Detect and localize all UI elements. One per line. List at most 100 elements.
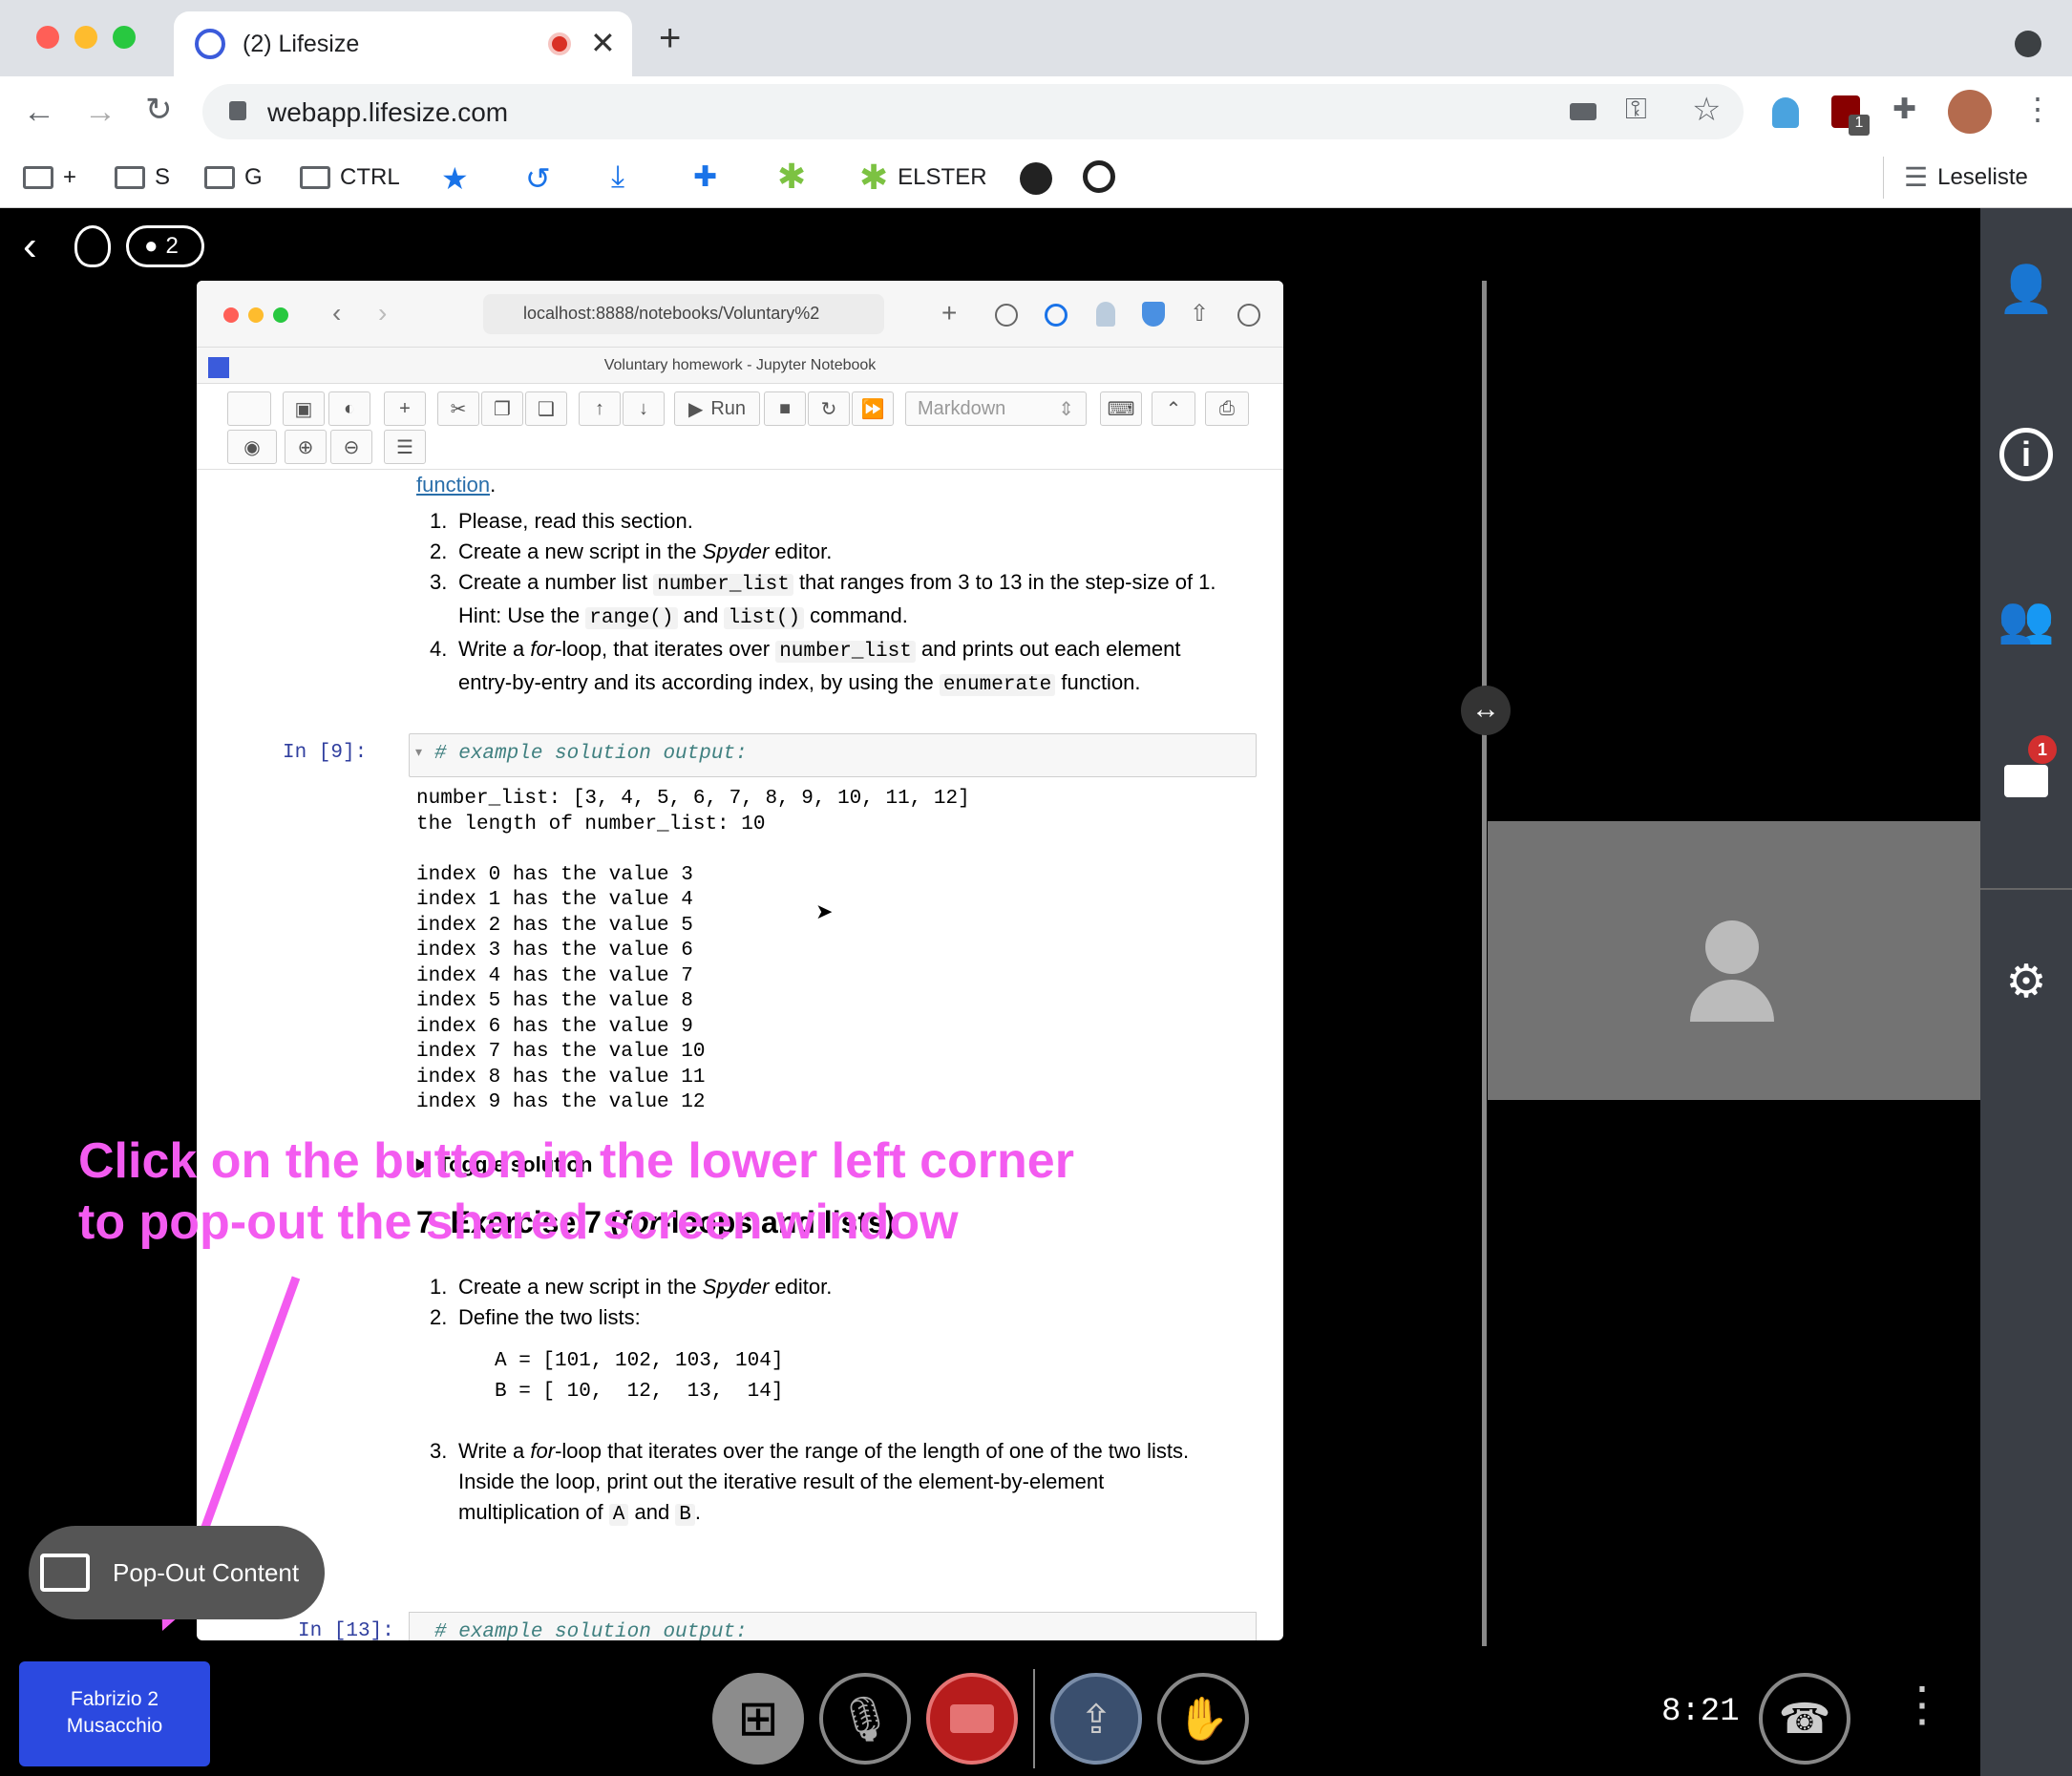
annotation-text: Click on the button in the lower left co… (78, 1133, 1074, 1250)
eye-icon: ◉ (227, 430, 277, 464)
paste-icon: ❑ (525, 391, 567, 426)
cell-collapse-icon: ▾ (415, 744, 423, 759)
sidebar-icon (208, 357, 229, 378)
close-dot (223, 307, 239, 323)
bookmark-elster[interactable]: ✱ ELSTER (859, 158, 987, 197)
bookmark-star-icon[interactable]: ★ (441, 160, 469, 197)
insert-cell-icon: + (384, 391, 426, 426)
bookmark-github-icon[interactable] (1083, 160, 1115, 193)
bookmark-label: G (244, 164, 263, 190)
browser-tab[interactable]: (2) Lifesize ✕ (174, 11, 632, 76)
omnibox[interactable]: webapp.lifesize.com ⚿ ☆ (202, 84, 1744, 139)
stop-icon: ■ (764, 391, 806, 426)
hang-up-icon[interactable]: ☎ (1759, 1673, 1850, 1765)
browser-tab-bar: (2) Lifesize ✕ + (0, 0, 2072, 76)
url-text: webapp.lifesize.com (267, 97, 509, 127)
close-window-button[interactable] (36, 26, 59, 49)
layout-grid-icon[interactable]: ⊞ (712, 1673, 804, 1765)
resize-handle-icon[interactable]: ↔ (1461, 686, 1511, 735)
safari-url: localhost:8888/notebooks/Voluntary%2 (483, 294, 884, 334)
profile-avatar[interactable] (1948, 90, 1992, 134)
share-icon: ⇧ (1190, 301, 1210, 327)
new-tab-icon[interactable]: + (659, 19, 681, 57)
reload-icon[interactable]: ↻ (145, 94, 173, 126)
extensions-puzzle-icon[interactable]: ✚ (1892, 95, 1916, 124)
participant-count: 2 (165, 233, 179, 259)
camera-off-icon[interactable] (926, 1673, 1018, 1765)
bookmark-download-icon[interactable]: ⤓ (611, 159, 624, 195)
copy-icon: ❐ (481, 391, 523, 426)
keyboard-icon: ⌨ (1100, 391, 1142, 426)
bookmark-group-icon[interactable] (1020, 162, 1052, 195)
forward-icon[interactable]: → (84, 95, 116, 128)
tab-search-icon[interactable] (2015, 31, 2041, 57)
notebook-title-bar: Voluntary homework - Jupyter Notebook (197, 348, 1283, 384)
elster-asterisk-icon: ✱ (859, 158, 889, 197)
avatar-body (1690, 980, 1774, 1022)
avatar-head (1705, 920, 1759, 974)
bookmark-label: ELSTER (898, 164, 987, 190)
add-person-icon[interactable]: 👤 (1980, 250, 2072, 327)
exercise-list-3: 3. Write a for-loop that iterates over th… (416, 1436, 1257, 1531)
extension-badge: 1 (1849, 115, 1870, 136)
exercise-list: 1. Create a new script in the Spyder edit… (416, 1272, 1257, 1333)
list-item: 2. Define the two lists: (430, 1305, 641, 1329)
lifesize-favicon-icon (195, 29, 225, 59)
minimize-dot (248, 307, 264, 323)
list-item: 1. Create a new script in the Spyder edit… (430, 1275, 833, 1299)
bookmark-history-icon[interactable]: ↺ (525, 160, 551, 197)
bookmark-folder-g[interactable]: G (204, 159, 263, 197)
raise-hand-icon[interactable]: ✋ (1157, 1673, 1249, 1765)
browser-menu-icon[interactable]: ⋮ (2022, 94, 2053, 124)
star-icon[interactable]: ☆ (1692, 94, 1721, 126)
recording-icon (548, 32, 571, 55)
participant-tile (1488, 821, 1980, 1100)
back-icon[interactable]: ← (23, 95, 55, 128)
cell-type-value: Markdown (918, 397, 1006, 419)
close-tab-icon[interactable]: ✕ (590, 25, 616, 61)
bookmark-label: CTRL (340, 164, 400, 190)
play-icon: ▶ (687, 398, 704, 420)
back-chevron-icon[interactable]: ‹ (23, 225, 37, 267)
microphone-icon[interactable]: 🎙 (819, 1673, 911, 1765)
download-icon (995, 304, 1018, 327)
code-cell: ▾ # example solution output: (409, 733, 1257, 777)
settings-gear-icon[interactable]: ⚙ (1980, 943, 2072, 1020)
chat-badge: 1 (2028, 735, 2057, 764)
chat-icon[interactable] (1980, 743, 2072, 819)
minimize-window-button[interactable] (74, 26, 97, 49)
list-item: 3. Write a for-loop that iterates over th… (430, 1439, 1190, 1526)
ghostery-icon[interactable] (1772, 97, 1799, 128)
next-code-cell: # example solution output: (409, 1612, 1257, 1640)
cut-icon: ✂ (437, 391, 479, 426)
print-icon: ⎙ (1205, 391, 1249, 426)
pop-out-content-button[interactable]: Pop-Out Content (29, 1526, 325, 1619)
bookmark-puzzle-icon[interactable]: ✚ (693, 160, 717, 194)
maximize-window-button[interactable] (113, 26, 136, 49)
select-arrows-icon: ⇕ (1058, 398, 1074, 420)
bookmark-asterisk-icon[interactable]: ✱ (777, 157, 806, 197)
reading-list-button[interactable]: ☰ Leseliste (1904, 159, 2028, 197)
reading-list-label: Leseliste (1937, 164, 2028, 190)
next-cell-code: # example solution output: (434, 1621, 748, 1640)
more-options-icon[interactable]: ⋮ (1898, 1681, 1946, 1728)
camera-icon[interactable] (1570, 103, 1596, 120)
run-button: ▶ Run (674, 391, 760, 426)
bookmark-folder-ctrl[interactable]: CTRL (300, 159, 400, 197)
participant-count-badge[interactable]: ● 2 (126, 225, 204, 267)
shield-tool-icon: ◐ (328, 391, 370, 426)
toolbar-blank (227, 391, 271, 426)
right-panel: 👤 i 👥 1 ⚙ (1980, 208, 2072, 1776)
share-screen-icon[interactable]: ⇪ (1050, 1673, 1142, 1765)
splitter-line[interactable] (1482, 281, 1487, 1646)
bookmark-folder-add[interactable]: + (23, 159, 76, 197)
info-icon[interactable]: i (1980, 416, 2072, 493)
participants-icon[interactable]: 👥 (1980, 581, 2072, 657)
key-icon[interactable]: ⚿ (1625, 95, 1647, 124)
maximize-dot (273, 307, 288, 323)
intro-list: 1. Please, read this section. 2. Create a … (416, 506, 1257, 701)
clock-icon (1237, 304, 1260, 327)
lock-shield-icon[interactable] (74, 225, 111, 267)
meeting-area: ‹ ● 2 ‹ › localhost:8888/notebooks/Volun… (0, 208, 2072, 1776)
bookmark-folder-s[interactable]: S (115, 159, 170, 197)
